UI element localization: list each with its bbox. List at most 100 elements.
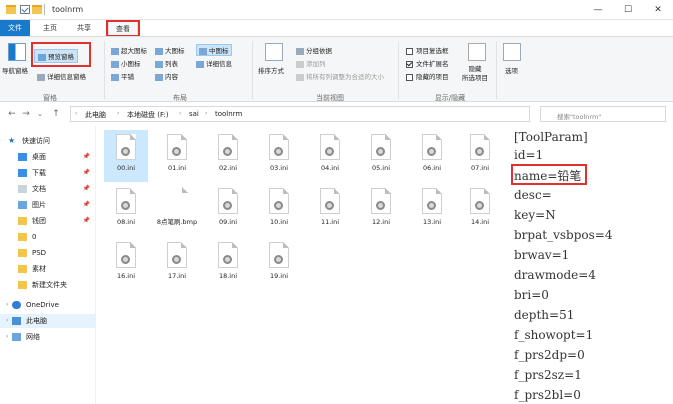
hide-selected-button[interactable]: 隐藏 所选项目 xyxy=(462,65,488,83)
forward-arrow-icon[interactable]: → xyxy=(20,107,32,121)
settings-file-icon xyxy=(116,134,136,160)
file-item[interactable]: 16.ini xyxy=(104,238,148,290)
file-item[interactable]: 06.ini xyxy=(410,130,454,182)
new-folder-icon[interactable] xyxy=(32,5,42,14)
navigation-pane-button[interactable]: 导航窗格 xyxy=(2,65,28,75)
file-item[interactable]: 04.ini xyxy=(308,130,352,182)
layout-tiles[interactable]: 平铺 xyxy=(111,71,134,81)
hide-selected-icon[interactable] xyxy=(468,43,486,61)
file-name: 00.ini xyxy=(116,164,136,172)
sidebar-item-label: 桌面 xyxy=(32,153,46,161)
sidebar-item-label: 0 xyxy=(32,233,37,241)
layout-small-icons[interactable]: 小图标 xyxy=(111,58,141,68)
size-columns-button[interactable]: 将所有列调整为合适的大小 xyxy=(296,71,384,81)
sidebar-item-desktop[interactable]: 桌面 📌 xyxy=(0,150,96,164)
properties-icon[interactable] xyxy=(20,5,30,14)
hidden-items-toggle[interactable]: 隐藏的项目 xyxy=(406,71,449,81)
search-input[interactable]: 搜索"toolnrm" xyxy=(540,106,666,122)
sort-by-button[interactable]: 排序方式 xyxy=(258,65,284,75)
breadcrumb-this-pc[interactable]: 此电脑 xyxy=(85,110,106,120)
file-extensions-toggle[interactable]: 文件扩展名 xyxy=(406,58,449,68)
sidebar-item-documents[interactable]: 文档 📌 xyxy=(0,182,96,196)
file-item[interactable]: 10.ini xyxy=(257,184,301,236)
breadcrumb-local-disk[interactable]: 本地磁盘 (F:) xyxy=(127,110,169,120)
tab-share[interactable]: 共享 xyxy=(72,20,96,36)
group-by-button[interactable]: 分组依据 xyxy=(296,45,332,55)
file-item[interactable]: 12.ini xyxy=(359,184,403,236)
file-item[interactable]: 18.ini xyxy=(206,238,250,290)
sidebar-item-downloads[interactable]: 下载 📌 xyxy=(0,166,96,180)
file-item[interactable]: 17.ini xyxy=(155,238,199,290)
file-name: 05.ini xyxy=(371,164,391,172)
checkbox[interactable] xyxy=(406,73,413,81)
options-icon[interactable] xyxy=(503,43,521,61)
xl-icons-icon xyxy=(111,47,119,55)
divider xyxy=(252,41,253,99)
preview-line: f_prs2bl=0 xyxy=(514,388,581,402)
sort-icon[interactable] xyxy=(265,43,283,61)
layout-xl-icons[interactable]: 超大图标 xyxy=(111,45,147,55)
sidebar-item-network[interactable]: › 网络 xyxy=(0,330,96,344)
folder-icon xyxy=(18,281,27,289)
file-name: 18.ini xyxy=(218,272,238,280)
file-item[interactable]: 14.ini xyxy=(458,184,502,236)
sidebar-item-onedrive[interactable]: › OneDrive xyxy=(0,298,96,312)
file-item[interactable]: 05.ini xyxy=(359,130,403,182)
sidebar-item-pictures[interactable]: 图片 📌 xyxy=(0,198,96,212)
add-columns-button[interactable]: 添加列 xyxy=(296,58,326,68)
file-item[interactable]: 03.ini xyxy=(257,130,301,182)
close-button[interactable]: ✕ xyxy=(643,0,673,20)
sidebar-item-materials[interactable]: 素材 xyxy=(0,262,96,276)
file-item[interactable]: 8点笔刷.bmp xyxy=(155,184,199,236)
file-name: 04.ini xyxy=(320,164,340,172)
minimize-button[interactable]: — xyxy=(583,0,613,20)
back-arrow-icon[interactable]: ← xyxy=(6,107,18,121)
file-item[interactable]: 00.ini xyxy=(104,130,148,182)
file-item[interactable]: 01.ini xyxy=(155,130,199,182)
checkbox[interactable] xyxy=(406,47,413,55)
breadcrumb-toolnrm[interactable]: toolnrm xyxy=(215,110,242,118)
file-item[interactable]: 09.ini xyxy=(206,184,250,236)
sidebar-item-psd[interactable]: PSD xyxy=(0,246,96,260)
file-item[interactable]: 11.ini xyxy=(308,184,352,236)
details-pane-button[interactable]: 详细信息窗格 xyxy=(37,71,86,81)
file-name: 03.ini xyxy=(269,164,289,172)
settings-file-icon xyxy=(218,242,238,268)
layout-large-icons[interactable]: 大图标 xyxy=(155,45,185,55)
layout-medium-icons[interactable]: 中图标 xyxy=(196,44,232,56)
sidebar-item-folder-0[interactable]: 0 xyxy=(0,230,96,244)
file-item[interactable]: 19.ini xyxy=(257,238,301,290)
item-checkboxes-toggle[interactable]: 项目复选框 xyxy=(406,45,449,55)
folder-icon xyxy=(18,217,27,225)
layout-content[interactable]: 内容 xyxy=(155,71,178,81)
layout-details[interactable]: 详细信息 xyxy=(196,58,232,68)
recent-locations-icon[interactable]: ⌄ xyxy=(34,107,46,121)
tab-file[interactable]: 文件 xyxy=(0,20,30,36)
up-arrow-icon[interactable]: ↑ xyxy=(50,107,62,121)
star-icon: ★ xyxy=(8,136,16,145)
file-name: 14.ini xyxy=(470,218,490,226)
sidebar-item-new-folder[interactable]: 新建文件夹 xyxy=(0,278,96,292)
checkbox-checked[interactable] xyxy=(406,60,413,68)
breadcrumb-sai[interactable]: sai xyxy=(189,110,199,118)
sidebar-item-label: OneDrive xyxy=(26,301,59,309)
divider xyxy=(496,41,497,99)
layout-list[interactable]: 列表 xyxy=(155,58,178,68)
options-button[interactable]: 选项 xyxy=(505,65,518,75)
download-icon xyxy=(18,169,27,177)
maximize-button[interactable]: ☐ xyxy=(613,0,643,20)
sidebar-item-folder[interactable]: 钱团 📌 xyxy=(0,214,96,228)
sidebar-item-this-pc[interactable]: › 此电脑 xyxy=(0,314,96,328)
sidebar-item-quick-access[interactable]: ★ 快速访问 xyxy=(0,134,96,148)
settings-file-icon xyxy=(269,188,289,214)
small-icons-icon xyxy=(111,60,119,68)
address-bar[interactable]: › 此电脑 › 本地磁盘 (F:) › sai › toolnrm xyxy=(70,106,530,122)
file-item[interactable]: 08.ini xyxy=(104,184,148,236)
file-name: 11.ini xyxy=(320,218,340,226)
navigation-pane-icon[interactable] xyxy=(8,43,26,61)
file-item[interactable]: 13.ini xyxy=(410,184,454,236)
tab-home[interactable]: 主页 xyxy=(38,20,62,36)
file-item[interactable]: 02.ini xyxy=(206,130,250,182)
list-label: 列表 xyxy=(165,60,178,68)
file-item[interactable]: 07.ini xyxy=(458,130,502,182)
